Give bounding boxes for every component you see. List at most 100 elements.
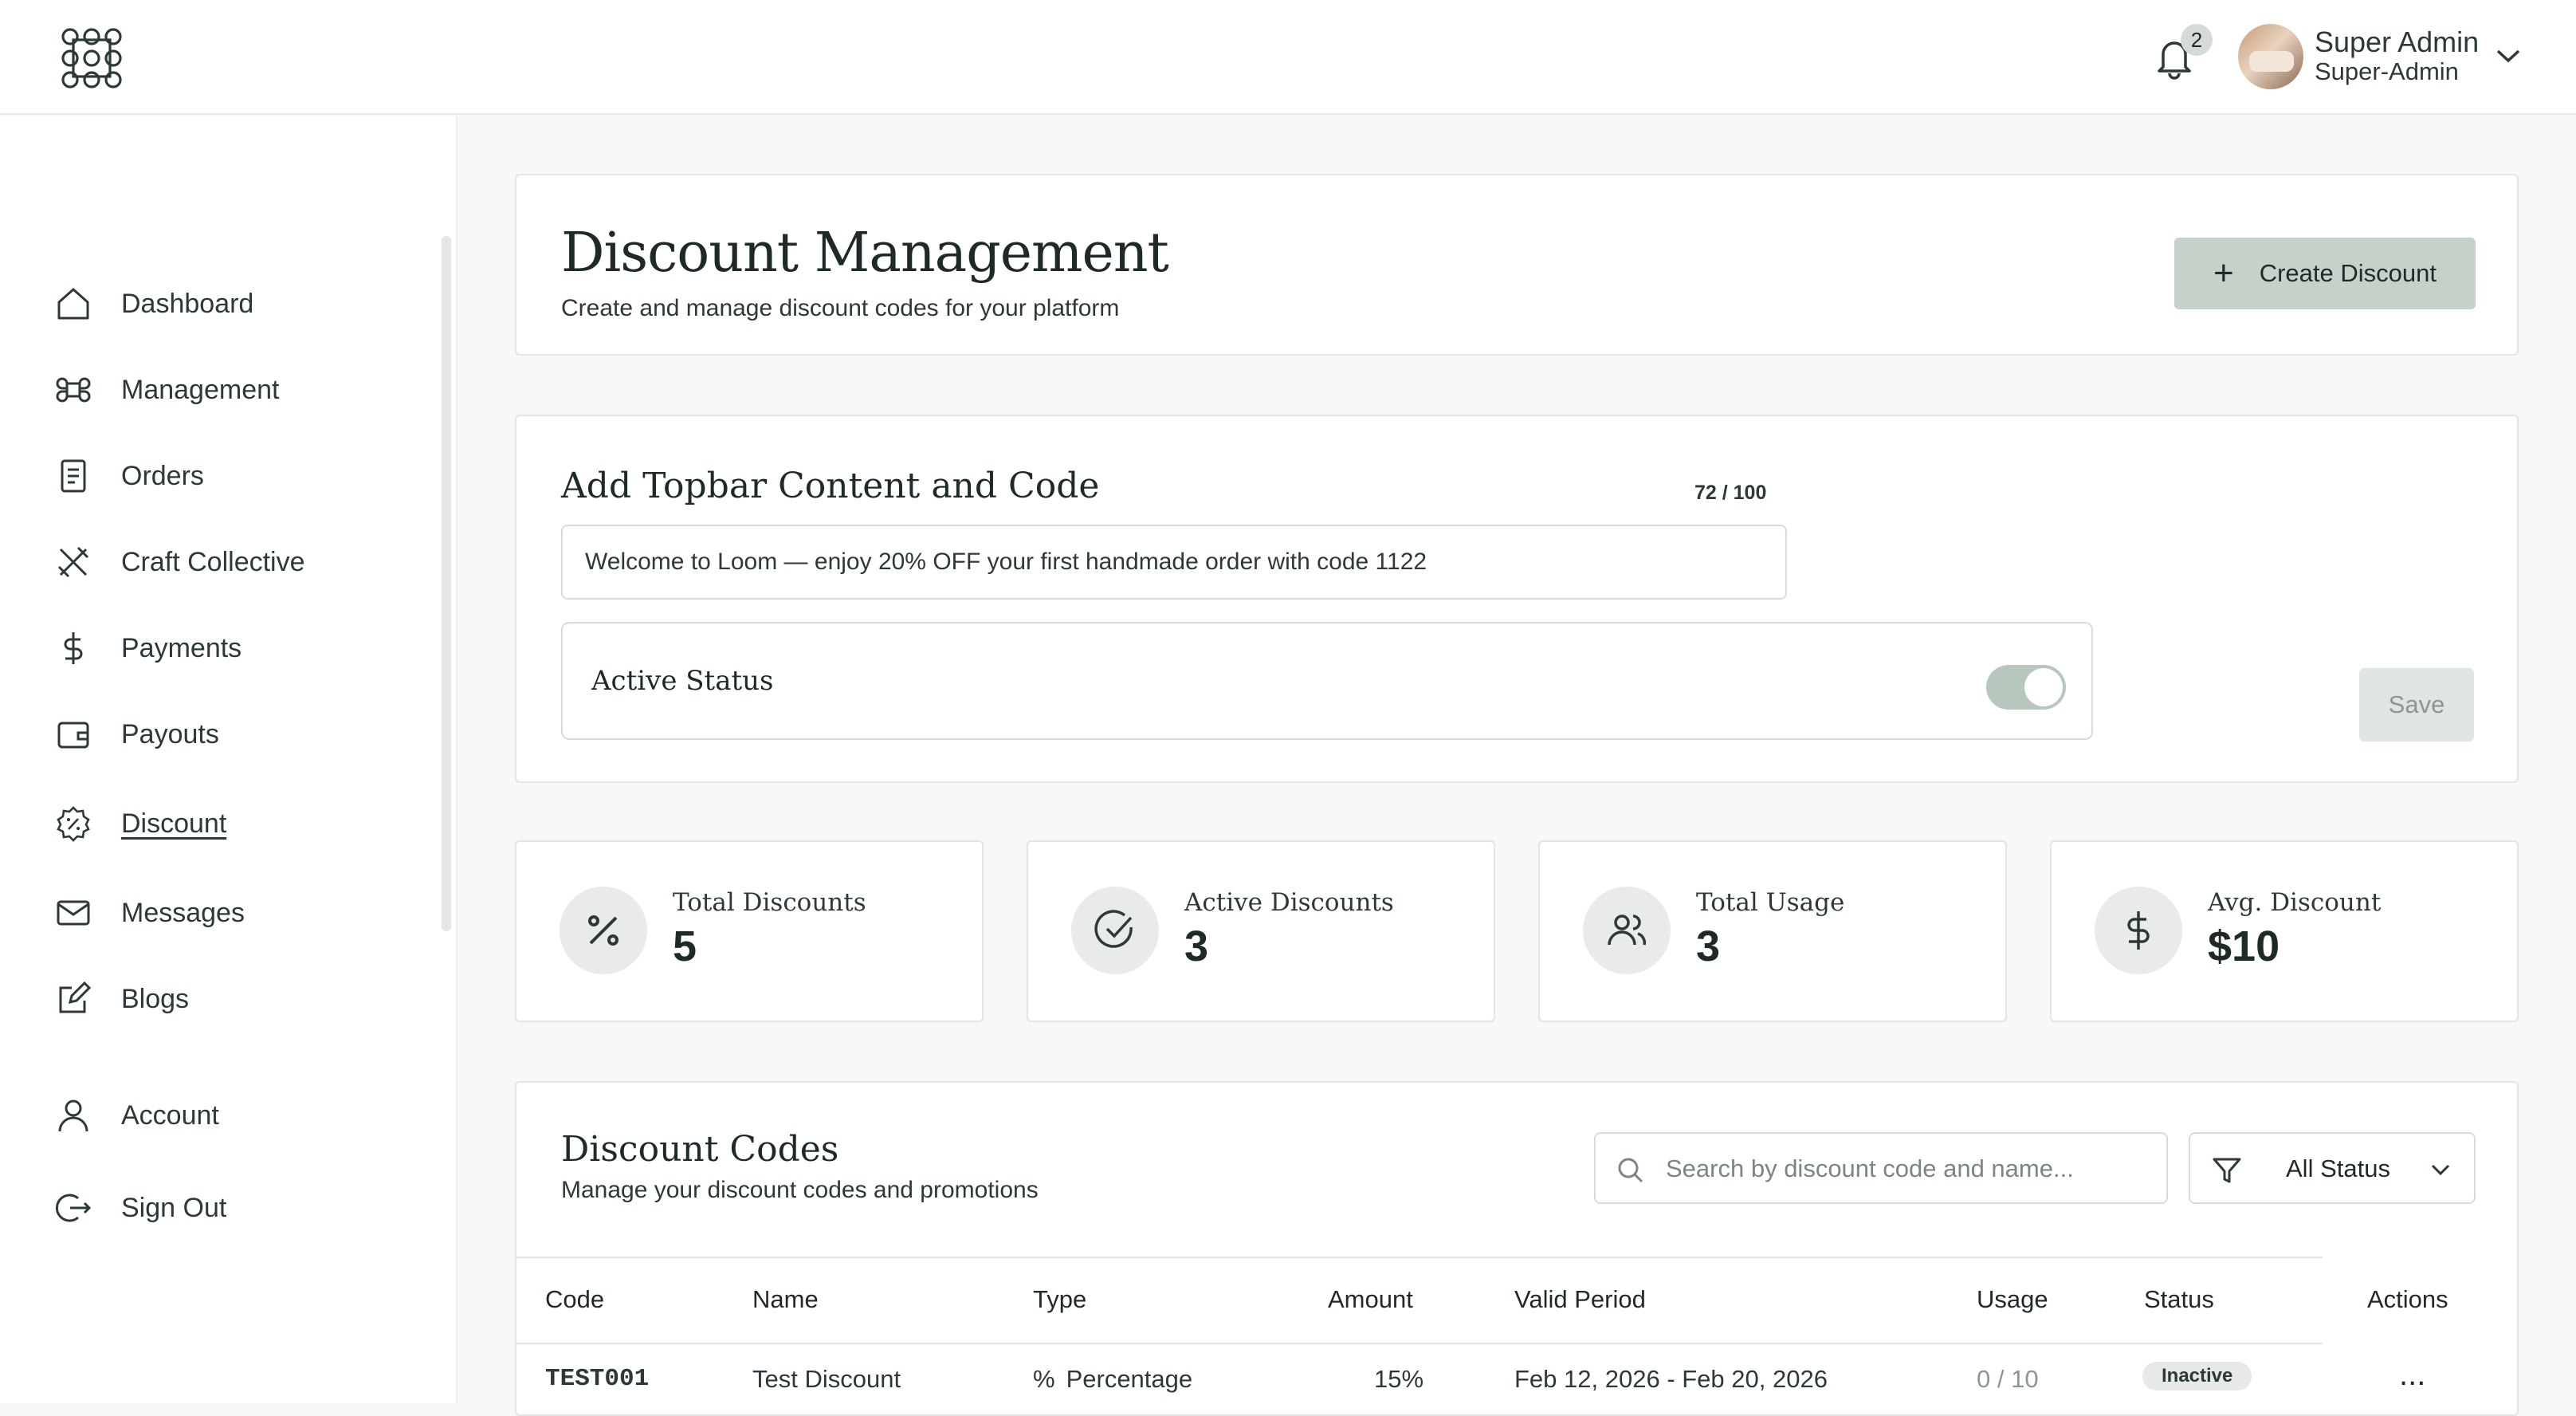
sidebar-scrollbar[interactable] (442, 236, 451, 931)
sidebar-item-label: Messages (121, 897, 245, 928)
sidebar-item-payments[interactable]: Payments (51, 620, 242, 676)
sidebar-item-blogs[interactable]: Blogs (51, 971, 189, 1027)
dollar-icon (51, 626, 96, 671)
stat-card-total-discounts: Total Discounts 5 (515, 840, 984, 1022)
sidebar-item-payouts[interactable]: Payouts (51, 706, 219, 762)
page-subtitle: Create and manage discount codes for you… (561, 295, 1120, 321)
stat-value: 3 (1696, 922, 1721, 970)
craft-tools-icon (51, 540, 96, 584)
user-icon (51, 1093, 96, 1138)
stat-label: Total Usage (1696, 888, 1845, 917)
status-filter-select[interactable]: All Status (2189, 1132, 2476, 1204)
plus-icon: + (2213, 254, 2234, 293)
active-status-label: Active Status (591, 665, 774, 697)
toggle-knob (2024, 668, 2063, 706)
status-badge: Inactive (2142, 1362, 2252, 1390)
search-input[interactable] (1666, 1151, 2144, 1186)
cell-valid-period: Feb 12, 2026 - Feb 20, 2026 (1514, 1365, 1828, 1393)
percent-icon (560, 887, 647, 974)
save-button[interactable]: Save (2359, 668, 2474, 741)
sidebar-item-label: Management (121, 374, 280, 405)
search-box (1594, 1132, 2168, 1204)
chevron-down-icon[interactable] (2495, 46, 2522, 65)
chevron-down-icon (2431, 1164, 2450, 1176)
document-icon (51, 454, 96, 498)
page-header-card: Discount Management Create and manage di… (515, 174, 2519, 356)
user-role: Super-Admin (2315, 57, 2459, 85)
mail-icon (51, 891, 96, 935)
column-header[interactable]: Usage (1977, 1285, 2048, 1314)
topbar-content-input[interactable] (561, 525, 1787, 600)
sidebar-item-label: Sign Out (121, 1192, 227, 1223)
edit-icon (51, 977, 96, 1021)
search-icon (1618, 1158, 1643, 1183)
column-header[interactable]: Valid Period (1514, 1285, 1646, 1314)
status-filter-value: All Status (2286, 1154, 2390, 1182)
cell-type-label: Percentage (1066, 1365, 1193, 1393)
cell-amount: 15% (1374, 1365, 1424, 1393)
command-icon (51, 368, 96, 412)
sidebar-item-label: Account (121, 1099, 219, 1131)
sidebar: Dashboard Management Orders Craft Collec… (0, 116, 457, 1403)
sidebar-item-label: Discount (121, 808, 227, 839)
sidebar-item-dashboard[interactable]: Dashboard (51, 276, 253, 332)
stat-value: 5 (673, 922, 697, 970)
topbar-content-title: Add Topbar Content and Code (561, 466, 1100, 506)
column-header[interactable]: Actions (2367, 1285, 2448, 1314)
notification-badge: 2 (2181, 24, 2213, 56)
cell-code: TEST001 (545, 1365, 650, 1393)
percent-icon: % (1033, 1365, 1055, 1393)
cell-usage: 0 / 10 (1977, 1365, 2039, 1393)
stat-card-active-discounts: Active Discounts 3 (1027, 840, 1495, 1022)
sidebar-item-label: Payouts (121, 718, 219, 749)
cell-name: Test Discount (752, 1365, 901, 1393)
column-header[interactable]: Amount (1328, 1285, 1413, 1314)
active-status-box: Active Status (561, 622, 2093, 740)
avatar[interactable] (2238, 24, 2303, 89)
sidebar-item-label: Orders (121, 460, 204, 491)
home-icon (51, 281, 96, 326)
table-header: Code Name Type Amount Valid Period Usage… (516, 1257, 2448, 1344)
sidebar-item-craft-collective[interactable]: Craft Collective (51, 534, 305, 590)
discount-codes-subtitle: Manage your discount codes and promotion… (561, 1177, 1039, 1203)
column-header[interactable]: Name (752, 1285, 819, 1314)
discount-codes-title: Discount Codes (561, 1129, 839, 1170)
create-discount-button[interactable]: + Create Discount (2174, 238, 2476, 309)
users-icon (1583, 887, 1671, 974)
active-status-toggle[interactable] (1986, 665, 2066, 710)
wallet-icon (51, 712, 96, 757)
stat-label: Active Discounts (1184, 888, 1394, 917)
sidebar-item-label: Blogs (121, 983, 190, 1014)
stat-label: Avg. Discount (2208, 888, 2382, 917)
column-header[interactable]: Code (545, 1285, 604, 1314)
table-row[interactable]: TEST001 Test Discount % Percentage 15% Fe… (516, 1346, 2425, 1410)
dollar-icon (2095, 887, 2182, 974)
sidebar-item-orders[interactable]: Orders (51, 448, 204, 504)
stat-card-avg-discount: Avg. Discount $10 (2050, 840, 2519, 1022)
check-circle-icon (1071, 887, 1159, 974)
column-header[interactable]: Type (1033, 1285, 1086, 1314)
column-header[interactable]: Status (2144, 1285, 2214, 1314)
stat-card-total-usage: Total Usage 3 (1538, 840, 2007, 1022)
sidebar-item-label: Payments (121, 632, 242, 663)
top-bar: 2 Super Admin Super-Admin (0, 0, 2576, 115)
row-actions-button[interactable]: ... (2399, 1357, 2425, 1393)
sidebar-item-management[interactable]: Management (51, 362, 279, 418)
sidebar-item-account[interactable]: Account (51, 1088, 219, 1143)
sidebar-item-sign-out[interactable]: Sign Out (51, 1180, 226, 1236)
topbar-content-card: Add Topbar Content and Code 72 / 100 Act… (515, 415, 2519, 783)
sidebar-item-discount[interactable]: Discount (51, 796, 226, 852)
sidebar-item-messages[interactable]: Messages (51, 885, 245, 941)
logo-icon[interactable] (56, 22, 128, 94)
page-title: Discount Management (561, 222, 1169, 285)
sidebar-item-label: Dashboard (121, 288, 254, 319)
stat-label: Total Discounts (673, 888, 866, 917)
user-name: Super Admin (2315, 26, 2480, 58)
stat-value: $10 (2208, 922, 2280, 970)
create-discount-label: Create Discount (2259, 259, 2437, 287)
character-counter: 72 / 100 (1694, 482, 1767, 504)
cell-type: % Percentage (1033, 1365, 1192, 1394)
discount-codes-card: Discount Codes Manage your discount code… (515, 1081, 2519, 1416)
stat-value: 3 (1184, 922, 1209, 970)
sign-out-icon (51, 1186, 96, 1230)
